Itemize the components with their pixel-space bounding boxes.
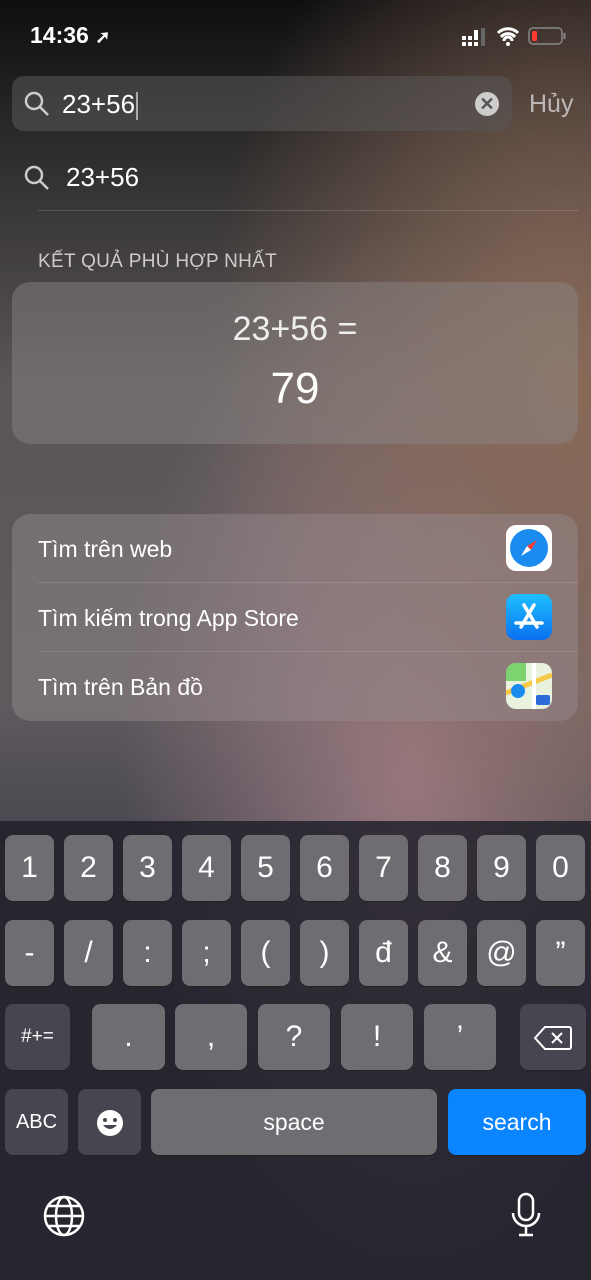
divider <box>38 210 578 211</box>
key-symbol[interactable]: - <box>5 920 54 986</box>
row-label: Tìm kiếm trong App Store <box>38 605 299 631</box>
search-suggestion[interactable]: 23+56 <box>0 150 591 210</box>
delete-key[interactable] <box>520 1004 586 1070</box>
key-punctuation[interactable]: ! <box>341 1004 413 1070</box>
key-6[interactable]: 6 <box>300 835 349 901</box>
space-key[interactable]: space <box>151 1089 437 1155</box>
backspace-icon <box>533 1026 572 1051</box>
keyboard: 1 2 3 4 5 6 7 8 9 0 - /:;() đ & @” #+=.,?!’ ABC space sear… <box>0 821 591 1280</box>
search-field[interactable]: 23+56 ✕ <box>12 76 512 131</box>
time-text: 14:36 <box>30 22 89 48</box>
row-label: Tìm trên Bản đồ <box>38 674 203 700</box>
key-symbol[interactable]: @ <box>477 920 526 986</box>
search-app-store-row[interactable]: Tìm kiếm trong App Store <box>38 583 578 652</box>
location-arrow-icon: ➚ <box>95 27 111 47</box>
key-1[interactable]: 1 <box>5 835 54 901</box>
key-5[interactable]: 5 <box>241 835 290 901</box>
globe-icon[interactable] <box>42 1194 86 1243</box>
suggestion-text[interactable]: 23+56 <box>66 162 139 193</box>
search-actions-list: Tìm trên web Tìm kiếm trong App Store Tì… <box>12 514 578 721</box>
calc-result: 79 <box>270 364 320 413</box>
search-web-row[interactable]: Tìm trên web <box>38 514 578 583</box>
key-symbol[interactable]: & <box>418 920 467 986</box>
key-symbol[interactable]: ; <box>182 920 231 986</box>
signal-icon <box>462 28 488 51</box>
clear-button[interactable]: ✕ <box>475 92 499 116</box>
search-key[interactable]: search <box>448 1089 586 1155</box>
key-9[interactable]: 9 <box>477 835 526 901</box>
abc-key[interactable]: ABC <box>5 1089 68 1155</box>
key-2[interactable]: 2 <box>64 835 113 901</box>
search-input-value[interactable]: 23+56 <box>62 89 135 119</box>
search-input[interactable]: 23+56 <box>62 89 139 121</box>
key-punctuation[interactable]: ? <box>258 1004 330 1070</box>
key-8[interactable]: 8 <box>418 835 467 901</box>
key-punctuation[interactable]: . <box>92 1004 165 1070</box>
row-label: Tìm trên web <box>38 536 173 562</box>
app-store-icon <box>506 594 552 640</box>
maps-icon <box>506 663 552 709</box>
key-0[interactable]: 0 <box>536 835 585 901</box>
key-symbol[interactable]: đ <box>359 920 408 986</box>
safari-icon <box>506 525 552 571</box>
key-symbol[interactable]: ( <box>241 920 290 986</box>
search-icon <box>24 91 49 116</box>
search-maps-row[interactable]: Tìm trên Bản đồ <box>38 652 578 721</box>
wifi-icon <box>496 26 520 51</box>
key-punctuation[interactable]: ’ <box>424 1004 496 1070</box>
key-symbol[interactable]: / <box>64 920 113 986</box>
search-icon <box>24 165 49 190</box>
emoji-icon <box>96 1110 123 1137</box>
section-title: KẾT QUẢ PHÙ HỢP NHẤT <box>38 251 278 272</box>
key-symbol[interactable]: ) <box>300 920 349 986</box>
calculator-result-card[interactable]: 23+56 = 79 <box>12 282 578 444</box>
key-3[interactable]: 3 <box>123 835 172 901</box>
calc-expression: 23+56 = <box>232 310 358 348</box>
microphone-icon[interactable] <box>508 1191 544 1244</box>
key-symbol[interactable]: ” <box>536 920 585 986</box>
key-7[interactable]: 7 <box>359 835 408 901</box>
battery-low-icon <box>528 26 568 51</box>
key-punctuation[interactable]: , <box>175 1004 247 1070</box>
key-symbol[interactable]: : <box>123 920 172 986</box>
cancel-button[interactable]: Hủy <box>529 90 573 119</box>
more-symbols-key[interactable]: #+= <box>5 1004 70 1070</box>
status-time: 14:36 ➚ <box>30 22 110 49</box>
text-caret <box>136 92 139 121</box>
key-4[interactable]: 4 <box>182 835 231 901</box>
emoji-key[interactable] <box>78 1089 141 1155</box>
